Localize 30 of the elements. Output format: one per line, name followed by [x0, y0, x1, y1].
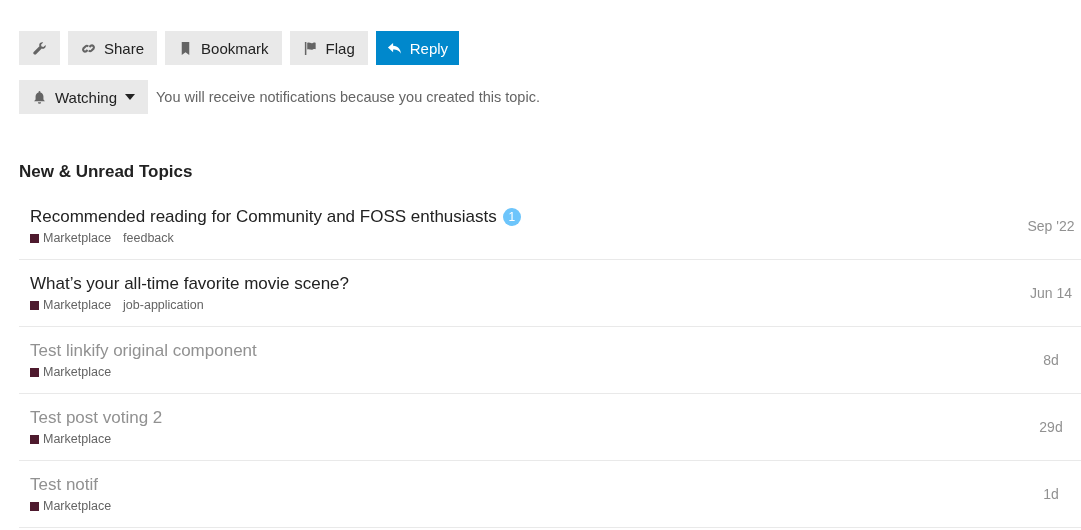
topic-title-link[interactable]: Recommended reading for Community and FOSS enthusiasts [30, 207, 497, 227]
notification-level-dropdown[interactable]: Watching [19, 80, 148, 114]
share-button[interactable]: Share [68, 31, 158, 65]
topic-title-link[interactable]: Test post voting 2 [30, 408, 163, 428]
notification-description: You will receive notifications because you created this topic. [156, 89, 540, 105]
category-link[interactable]: Marketplace [30, 432, 112, 446]
topic-title-link[interactable]: Test linkify original component [30, 341, 257, 361]
activity-time: 29d [1038, 419, 1064, 435]
flag-button[interactable]: Flag [289, 31, 368, 65]
topic-title-link[interactable]: What’s your all-time favorite movie scene? [30, 274, 350, 294]
unread-count-badge: 1 [502, 208, 521, 226]
tag-link[interactable]: job-application [123, 298, 204, 312]
activity-time: 1d [1042, 486, 1060, 502]
tag-link[interactable]: feedback [123, 231, 174, 245]
caret-icon [125, 94, 135, 100]
activity-time: 8d [1042, 352, 1060, 368]
category-link[interactable]: Marketplace [30, 231, 112, 245]
reply-arrow-icon [386, 40, 402, 56]
bell-icon [32, 89, 47, 105]
bookmark-button[interactable]: Bookmark [165, 31, 282, 65]
flag-icon [302, 40, 318, 56]
category-link[interactable]: Marketplace [30, 499, 112, 513]
activity-time: Jun 14 [1028, 285, 1073, 301]
admin-button[interactable] [19, 31, 60, 65]
category-link[interactable]: Marketplace [30, 365, 112, 379]
wrench-icon [32, 40, 47, 56]
activity-time: Sep '22 [1026, 218, 1076, 234]
section-heading: New & Unread Topics [19, 162, 194, 182]
category-link[interactable]: Marketplace [30, 298, 112, 312]
reply-button[interactable]: Reply [375, 31, 460, 65]
